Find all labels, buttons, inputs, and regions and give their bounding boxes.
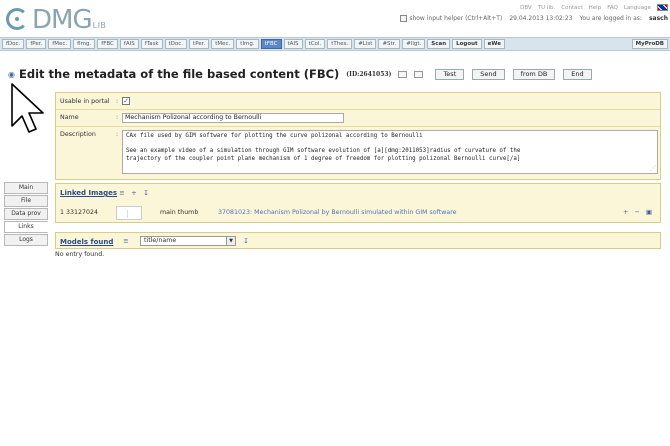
input-helper-label: show input helper (Ctrl+Alt+T): [409, 15, 503, 22]
image-description-link[interactable]: 37081023: Mechanism Polizonal by Bernoul…: [218, 209, 457, 216]
toolbar-list[interactable]: #List: [354, 39, 377, 49]
top-link-faq[interactable]: FAQ: [607, 5, 618, 11]
app-header: DMG LIB DBV TU Ilb. Contact Help FAQ Lan…: [0, 0, 670, 36]
toolbar-fmec[interactable]: fMec.: [48, 39, 72, 49]
models-found-panel: Models found ≡ title/name ▼ ↧: [55, 232, 661, 249]
tab-file[interactable]: File: [4, 195, 48, 207]
usable-checkbox[interactable]: ✓: [122, 97, 130, 105]
tab-data-prov[interactable]: Data prov: [4, 208, 48, 220]
toolbar-myprodb[interactable]: MyProDB: [631, 39, 668, 49]
toolbar-tmec[interactable]: tMec.: [211, 39, 235, 49]
models-sort-value: title/name: [144, 237, 177, 244]
end-button[interactable]: End: [563, 68, 592, 80]
name-row: Name : Mechanism Polizonal according to …: [56, 110, 660, 126]
description-row: Description : CAx file used by GIM softw…: [56, 127, 660, 179]
row-actions: + − ▣: [623, 208, 652, 216]
logged-in-prefix: You are logged in as:: [579, 15, 642, 22]
logo-sub: LIB: [92, 21, 107, 30]
toolbar-scan[interactable]: Scan: [427, 39, 451, 49]
input-helper-toggle[interactable]: show input helper (Ctrl+Alt+T): [400, 15, 502, 22]
toolbar-fdoc[interactable]: fDoc.: [2, 39, 25, 49]
models-list-icon[interactable]: ≡: [122, 237, 130, 245]
top-link-language[interactable]: Language: [624, 5, 651, 11]
top-link-contact[interactable]: Contact: [561, 5, 582, 11]
tab-logs[interactable]: Logs: [4, 234, 48, 246]
description-label: Description: [60, 131, 96, 138]
toolbar-timg[interactable]: tImg.: [236, 39, 259, 49]
toolbar-ftask[interactable]: fTask: [140, 39, 163, 49]
toolbar-fimg[interactable]: fImg.: [73, 39, 96, 49]
description-textarea[interactable]: CAx file used by GIM software for plotti…: [122, 130, 658, 174]
usable-row: Usable in portal : ✓: [60, 97, 130, 105]
toggle-icon-2[interactable]: [414, 70, 424, 78]
row-add-icon[interactable]: +: [623, 208, 628, 216]
status-line: show input helper (Ctrl+Alt+T) 29.04.201…: [400, 15, 668, 22]
tab-links[interactable]: Links: [4, 221, 48, 233]
vertical-tabs: Main File Data prov Links Logs: [4, 182, 48, 247]
row-edit-icon[interactable]: ▣: [646, 208, 652, 216]
logo-text: DMG: [32, 5, 93, 35]
row-remove-icon[interactable]: −: [634, 208, 639, 216]
description-text: CAx file used by GIM software for plotti…: [126, 133, 521, 162]
uk-flag-icon[interactable]: [657, 4, 668, 11]
app-root: DMG LIB DBV TU Ilb. Contact Help FAQ Lan…: [0, 0, 670, 446]
toolbar-llgt[interactable]: #llgt.: [402, 39, 426, 49]
usable-label: Usable in portal: [60, 98, 110, 105]
title-row: ◉ Edit the metadata of the file based co…: [8, 67, 592, 81]
toolbar-tper[interactable]: tPer.: [189, 39, 210, 49]
name-label: Name: [60, 114, 79, 121]
import-icon[interactable]: ↧: [142, 189, 150, 197]
test-button[interactable]: Test: [435, 68, 465, 80]
image-kind: main thumb: [160, 209, 199, 216]
table-row[interactable]: 1 33127024 main thumb 37081023: Mechanis…: [60, 206, 658, 220]
page-title: Edit the metadata of the file based cont…: [18, 67, 340, 81]
toolbar-tais[interactable]: tAIS: [283, 39, 303, 49]
top-link-help[interactable]: Help: [589, 5, 602, 11]
image-id: 1 33127024: [60, 209, 99, 216]
metadata-form: Usable in portal : ✓ Name : Mechanism Po…: [55, 92, 661, 180]
tab-main[interactable]: Main: [4, 182, 48, 194]
logged-in-user: sasch: [648, 15, 668, 22]
logo-icon: [6, 8, 28, 30]
toolbar-ffbc[interactable]: fFBC: [97, 39, 118, 49]
top-links: DBV TU Ilb. Contact Help FAQ Language: [520, 4, 668, 11]
toolbar-fais[interactable]: fAIS: [119, 39, 139, 49]
toolbar-str[interactable]: #Str.: [378, 39, 401, 49]
linked-images-heading[interactable]: Linked Images: [60, 189, 117, 197]
resize-grip-icon[interactable]: ⋰: [650, 165, 656, 173]
datetime: 29.04.2013 13:02:23: [509, 15, 573, 22]
toolbar-logout[interactable]: Logout: [452, 39, 482, 49]
mouse-cursor-icon: [11, 83, 44, 133]
toolbar-tthes[interactable]: tThes.: [327, 39, 353, 49]
add-icon[interactable]: +: [130, 189, 138, 197]
toolbar-tcol[interactable]: tCol.: [304, 39, 326, 49]
top-link-tu[interactable]: TU Ilb.: [538, 5, 556, 11]
list-icon[interactable]: ≡: [118, 189, 126, 197]
name-input[interactable]: Mechanism Polizonal according to Bernoul…: [122, 113, 344, 123]
models-found-heading[interactable]: Models found: [60, 238, 113, 246]
send-button[interactable]: Send: [472, 68, 505, 80]
toolbar-fper[interactable]: fPer.: [26, 39, 47, 49]
checkbox-icon: [400, 15, 408, 22]
models-import-icon[interactable]: ↧: [242, 237, 250, 245]
models-sort-select[interactable]: title/name ▼: [140, 236, 236, 246]
view-icon[interactable]: ◉: [8, 70, 15, 79]
dmg-logo[interactable]: DMG LIB: [6, 5, 106, 33]
toolbar-tfbc[interactable]: tFBC: [260, 39, 282, 49]
top-link-dbv[interactable]: DBV: [520, 5, 532, 11]
toolbar-tdoc[interactable]: tDoc.: [164, 39, 188, 49]
no-entry-text: No entry found.: [55, 251, 105, 258]
image-thumbnail[interactable]: [116, 206, 142, 220]
chevron-down-icon: ▼: [226, 237, 235, 245]
linked-images-panel: Linked Images ≡ + ↧ 1 33127024 main thum…: [55, 183, 661, 223]
toggle-icon-1[interactable]: [398, 70, 408, 78]
page-title-id: (ID:2641053): [346, 70, 392, 78]
toolbar-ewe[interactable]: eWe: [483, 39, 506, 49]
from-db-button[interactable]: from DB: [512, 68, 556, 80]
main-toolbar: fDoc. fPer. fMec. fImg. fFBC fAIS fTask …: [0, 37, 670, 51]
